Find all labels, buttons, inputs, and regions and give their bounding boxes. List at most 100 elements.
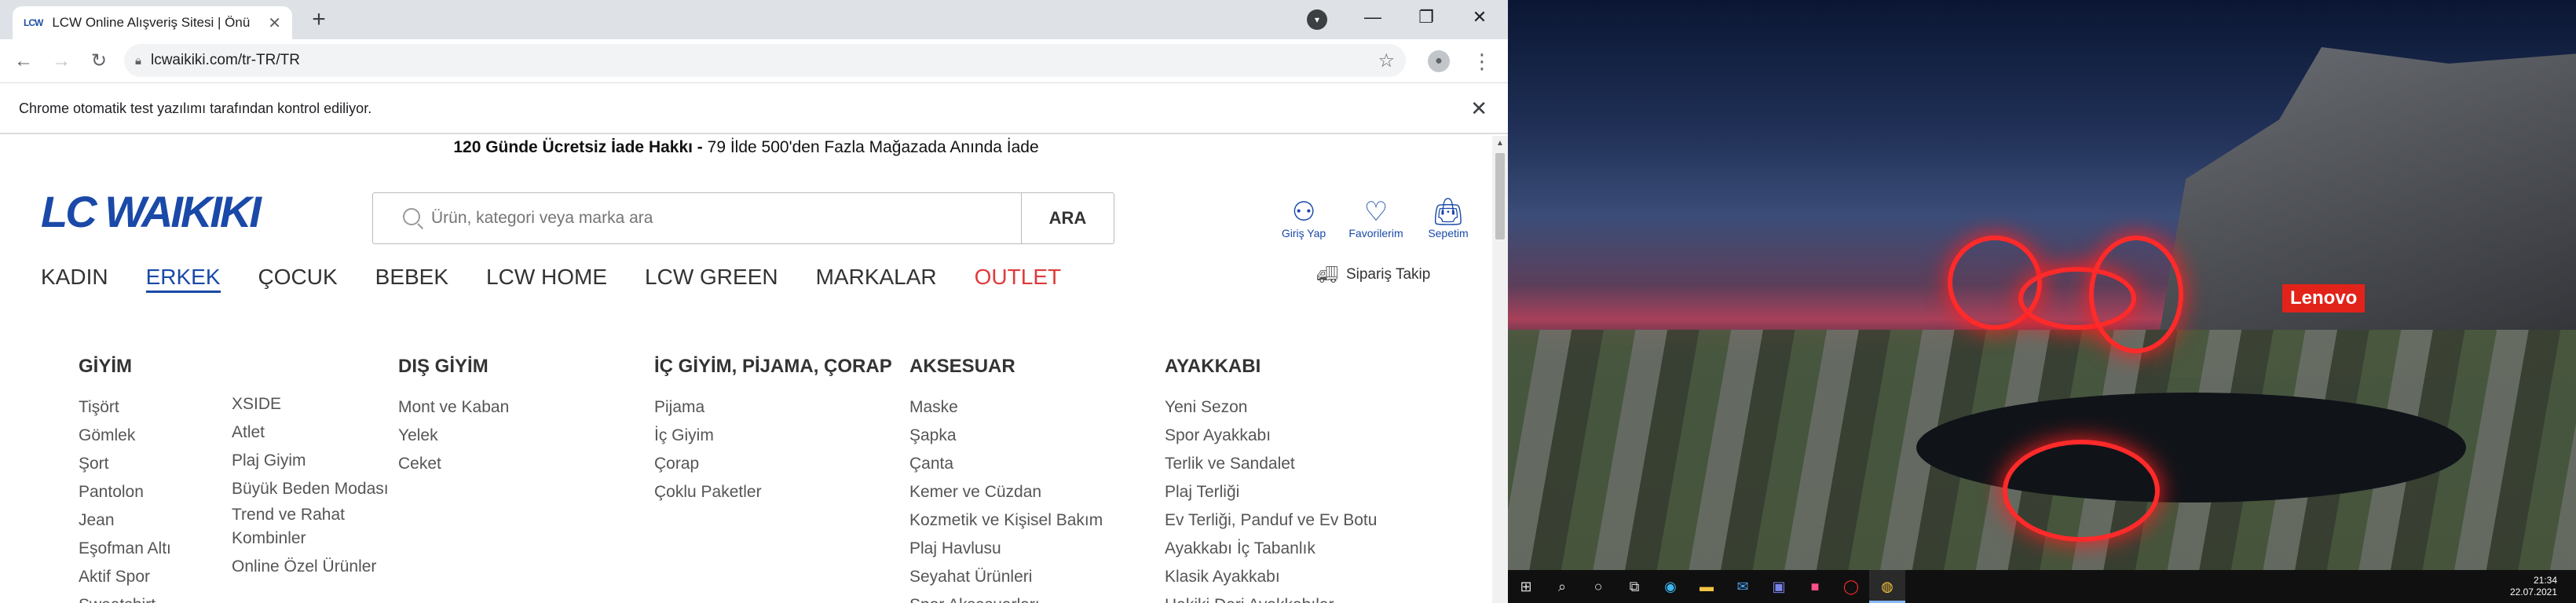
desktop-wallpaper: Lenovo <box>1508 0 2576 570</box>
list-item[interactable]: Büyük Beden Modası <box>232 477 389 501</box>
column-title: DIŞ GİYİM <box>398 356 488 377</box>
restore-icon[interactable]: ❐ <box>1400 0 1453 35</box>
list-item[interactable]: Terlik ve Sandalet <box>1165 450 1377 478</box>
light-reflection <box>2003 440 2160 542</box>
page-scrollbar[interactable]: ▲ <box>1492 136 1508 603</box>
list-item[interactable]: Ev Terliği, Panduf ve Ev Botu <box>1165 506 1377 535</box>
menu-markalar[interactable]: MARKALAR <box>816 261 937 293</box>
site-logo[interactable]: LC WAIKIKI <box>41 188 262 236</box>
column-title: AKSESUAR <box>909 356 1015 377</box>
column-aksesuar: AKSESUAR Maske Şapka Çanta Kemer ve Cüzd… <box>909 356 1103 603</box>
forward-arrow-icon[interactable]: → <box>47 47 75 75</box>
list-item[interactable]: Mont ve Kaban <box>398 393 509 422</box>
system-clock[interactable]: 21:34 22.07.2021 <box>2510 575 2557 598</box>
truck-icon: 🚚︎ <box>1316 265 1338 284</box>
scroll-up-icon[interactable]: ▲ <box>1496 139 1504 148</box>
list-item[interactable]: Kemer ve Cüzdan <box>909 478 1103 506</box>
start-windows-icon[interactable]: ⊞ <box>1508 570 1544 603</box>
windows-taskbar: ⊞ ⌕ ○ ⧉ ◉ ▬ ✉ ▣ ■ ◯ ◍ 21:34 22.07.2021 <box>1508 570 2576 603</box>
chrome-icon[interactable]: ◍ <box>1869 570 1905 603</box>
list-item[interactable]: Spor Aksesuarları <box>909 591 1103 603</box>
list-item[interactable]: Plaj Giyim <box>232 447 389 475</box>
new-tab-button[interactable]: + <box>305 6 333 35</box>
list-item[interactable]: Sweatshirt <box>79 591 171 603</box>
lenovo-badge: Lenovo <box>2282 284 2366 312</box>
list-item[interactable]: Ceket <box>398 450 509 478</box>
opera-icon[interactable]: ◯ <box>1833 570 1869 603</box>
menu-kadin[interactable]: KADIN <box>41 261 108 293</box>
scrollbar-thumb[interactable] <box>1495 153 1505 239</box>
menu-bebek[interactable]: BEBEK <box>375 261 448 293</box>
url-text[interactable]: lcwaikiki.com/tr-TR/TR <box>151 52 1378 69</box>
list-item[interactable]: Klasik Ayakkabı <box>1165 563 1377 591</box>
bookmark-star-icon[interactable]: ☆ <box>1378 49 1395 72</box>
search-input[interactable] <box>403 209 1021 228</box>
task-view-icon[interactable]: ⧉ <box>1616 570 1652 603</box>
list-item[interactable]: XSIDE <box>232 390 389 418</box>
reload-icon[interactable]: ↻ <box>85 47 113 75</box>
tab-search-icon[interactable]: ▾ <box>1307 9 1327 30</box>
column-dis-giyim: DIŞ GİYİM Mont ve Kaban Yelek Ceket <box>398 356 509 478</box>
list-item[interactable]: Şapka <box>909 422 1103 450</box>
list-item[interactable]: Pantolon <box>79 478 171 506</box>
list-item[interactable]: Eşofman Altı <box>79 535 171 563</box>
list-item[interactable]: Pijama <box>654 393 892 422</box>
list-item[interactable]: Atlet <box>232 418 389 447</box>
list-item[interactable]: Plaj Terliği <box>1165 478 1377 506</box>
browser-tab[interactable]: LCW LCW Online Alışveriş Sitesi | Önü ✕ <box>13 6 292 39</box>
search-box: ARA <box>372 192 1114 244</box>
edge-icon[interactable]: ◉ <box>1652 570 1689 603</box>
list-item[interactable]: Hakiki Deri Ayakkabılar <box>1165 591 1377 603</box>
cart-button[interactable]: 👜︎ Sepetim <box>1401 197 1492 239</box>
list-item[interactable]: Ayakkabı İç Tabanlık <box>1165 535 1377 563</box>
list-item[interactable]: Gömlek <box>79 422 171 450</box>
list-item[interactable]: Kozmetik ve Kişisel Bakım <box>909 506 1103 535</box>
minimize-icon[interactable]: — <box>1346 0 1400 35</box>
wallpaper-cliff <box>2152 47 2576 377</box>
search-icon <box>403 208 420 225</box>
list-item[interactable]: Çanta <box>909 450 1103 478</box>
back-arrow-icon[interactable]: ← <box>9 47 38 75</box>
menu-lcw-green[interactable]: LCW GREEN <box>645 261 778 293</box>
list-item[interactable]: Seyahat Ürünleri <box>909 563 1103 591</box>
column-title: AYAKKABI <box>1165 356 1261 377</box>
list-item[interactable]: Yeni Sezon <box>1165 393 1377 422</box>
teams-icon[interactable]: ▣ <box>1761 570 1797 603</box>
order-tracking-link[interactable]: 🚚︎ Sipariş Takip <box>1316 265 1430 285</box>
list-item[interactable]: Çoklu Paketler <box>654 478 892 506</box>
list-item[interactable]: Yelek <box>398 422 509 450</box>
tab-close-icon[interactable]: ✕ <box>268 13 281 33</box>
search-icon[interactable]: ⌕ <box>1544 570 1580 603</box>
more-menu-icon[interactable]: ⋮ <box>1472 47 1492 75</box>
list-item[interactable]: Maske <box>909 393 1103 422</box>
address-bar[interactable]: 🔒︎ lcwaikiki.com/tr-TR/TR ☆ <box>124 44 1406 77</box>
profile-avatar-icon[interactable]: ● <box>1428 50 1450 72</box>
list-item[interactable]: Şort <box>79 450 171 478</box>
file-explorer-icon[interactable]: ▬ <box>1689 570 1725 603</box>
list-item[interactable]: Plaj Havlusu <box>909 535 1103 563</box>
cortana-icon[interactable]: ○ <box>1580 570 1616 603</box>
list-item[interactable]: Spor Ayakkabı <box>1165 422 1377 450</box>
column-ayakkabi: AYAKKABI Yeni Sezon Spor Ayakkabı Terlik… <box>1165 356 1377 603</box>
infobar-close-icon[interactable]: ✕ <box>1470 97 1487 121</box>
list-item[interactable]: Online Özel Ürünler <box>232 553 389 581</box>
browser-toolbar: ← → ↻ 🔒︎ lcwaikiki.com/tr-TR/TR ☆ ● ⋮ <box>0 39 1508 83</box>
list-item[interactable]: Aktif Spor <box>79 563 171 591</box>
list-item[interactable]: Trend ve Rahat Kombinler <box>232 503 389 550</box>
search-button[interactable]: ARA <box>1021 193 1114 243</box>
search-field[interactable] <box>373 193 1021 243</box>
list-item[interactable]: Tişört <box>79 393 171 422</box>
list-item[interactable]: İç Giyim <box>654 422 892 450</box>
main-menu: KADIN ERKEK ÇOCUK BEBEK LCW HOME LCW GRE… <box>41 261 1099 293</box>
menu-lcw-home[interactable]: LCW HOME <box>486 261 607 293</box>
list-item[interactable]: Çorap <box>654 450 892 478</box>
menu-cocuk[interactable]: ÇOCUK <box>258 261 338 293</box>
column-title: İÇ GİYİM, PİJAMA, ÇORAP <box>654 356 892 377</box>
promo-banner[interactable]: 120 Günde Ücretsiz İade Hakkı - 79 İlde … <box>0 136 1492 159</box>
menu-outlet[interactable]: OUTLET <box>975 261 1061 293</box>
list-item[interactable]: Jean <box>79 506 171 535</box>
jetbrains-icon[interactable]: ■ <box>1797 570 1833 603</box>
menu-erkek[interactable]: ERKEK <box>145 261 221 293</box>
window-close-icon[interactable]: ✕ <box>1453 0 1506 35</box>
mail-icon[interactable]: ✉ <box>1725 570 1761 603</box>
